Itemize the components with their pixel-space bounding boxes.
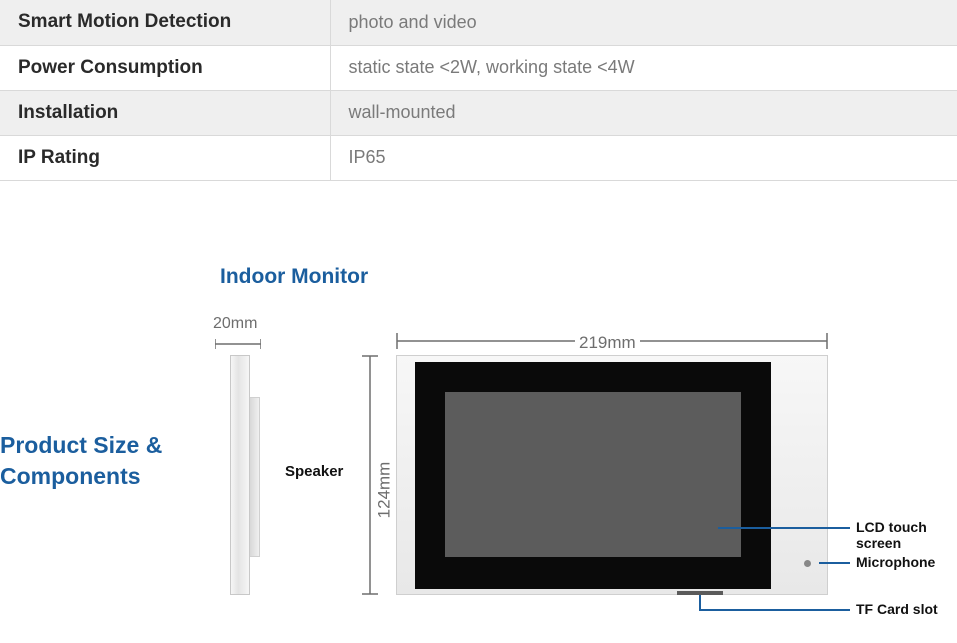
table-row: IP Rating IP65 [0, 135, 957, 180]
callout-lcd: LCD touch screen [856, 519, 940, 551]
product-diagram: Indoor Monitor 20mm Speaker 219mm 124mm … [220, 265, 940, 625]
monitor-front-view [396, 355, 828, 595]
microphone-hole [804, 560, 811, 567]
callout-line [819, 562, 850, 564]
height-label: 124mm [374, 458, 394, 523]
spec-value: wall-mounted [330, 90, 957, 135]
spec-label: Installation [0, 90, 330, 135]
monitor-side-back [250, 397, 260, 557]
spec-label: Power Consumption [0, 45, 330, 90]
depth-bracket [215, 337, 261, 351]
callout-line [699, 609, 850, 611]
heading-line: Product Size & [0, 432, 162, 458]
spec-table: Smart Motion Detection photo and video P… [0, 0, 957, 181]
heading-line: Components [0, 463, 141, 489]
callout-mic: Microphone [856, 554, 935, 570]
spec-value: photo and video [330, 0, 957, 45]
lcd-screen [445, 392, 741, 557]
callout-line [718, 527, 850, 529]
callout-tf: TF Card slot [856, 601, 938, 617]
monitor-side-view [230, 355, 250, 595]
speaker-label: Speaker [285, 463, 343, 480]
diagram-title: Indoor Monitor [220, 265, 368, 289]
spec-value: IP65 [330, 135, 957, 180]
depth-label: 20mm [213, 315, 257, 333]
width-label: 219mm [575, 333, 640, 353]
table-row: Installation wall-mounted [0, 90, 957, 135]
table-row: Smart Motion Detection photo and video [0, 0, 957, 45]
spec-value: static state <2W, working state <4W [330, 45, 957, 90]
section-heading: Product Size & Components [0, 430, 162, 492]
spec-label: Smart Motion Detection [0, 0, 330, 45]
spec-label: IP Rating [0, 135, 330, 180]
table-row: Power Consumption static state <2W, work… [0, 45, 957, 90]
